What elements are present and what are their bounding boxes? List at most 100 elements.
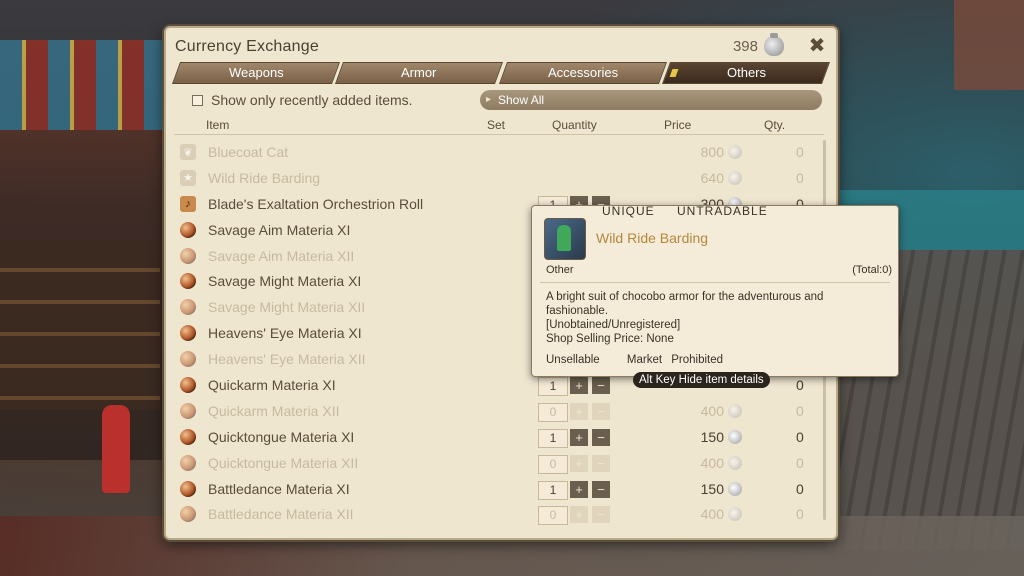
item-price: 400	[700, 506, 724, 523]
tooltip-flags: Unsellable Market Prohibited	[546, 354, 723, 366]
item-name: Battledance Materia XI	[208, 480, 350, 497]
quantity-input[interactable]: 1	[538, 480, 568, 500]
owned-quantity: 0	[796, 402, 804, 419]
item-row[interactable]: ❦ Bluecoat Cat 800 0	[174, 140, 824, 166]
quantity-input[interactable]: 1	[538, 377, 568, 397]
item-price: 150	[700, 428, 724, 445]
tooltip-divider	[540, 282, 890, 283]
barding-item-icon	[544, 218, 586, 260]
background-tower	[954, 0, 1024, 90]
materia-icon	[180, 402, 196, 419]
quantity-input[interactable]: 0	[538, 506, 568, 526]
currency-display: 398	[732, 33, 784, 56]
column-set: Set	[487, 118, 506, 132]
item-name: Bluecoat Cat	[208, 144, 289, 160]
tooltip-tags: UNIQUE UNTRADABLE	[602, 204, 768, 218]
description-sell-price: Shop Selling Price: None	[546, 333, 674, 345]
item-name: Heavens' Eye Materia XI	[208, 325, 362, 342]
item-price: 150	[700, 480, 724, 497]
item-row[interactable]: Battledance Materia XI 1 + − 150 0	[174, 477, 824, 503]
currency-bag-icon	[728, 403, 742, 418]
materia-icon	[180, 480, 196, 497]
tab-accessories[interactable]: Accessories	[498, 62, 667, 84]
item-price: 640	[700, 169, 724, 186]
minion-icon: ❦	[180, 144, 196, 160]
background-bookshelf	[0, 240, 160, 410]
increase-quantity-button[interactable]: +	[570, 480, 588, 498]
window-title: Currency Exchange	[175, 38, 319, 55]
column-owned-qty: Qty.	[764, 118, 786, 132]
increase-quantity-button[interactable]: +	[570, 428, 588, 446]
tab-armor[interactable]: Armor	[335, 62, 504, 84]
item-row[interactable]: ★ Wild Ride Barding 640 0	[174, 166, 824, 192]
tab-others[interactable]: Others	[661, 62, 831, 84]
column-quantity: Quantity	[552, 118, 597, 132]
item-tooltip: UNIQUE UNTRADABLE Wild Ride Barding Othe…	[531, 204, 899, 377]
materia-icon	[180, 351, 196, 368]
materia-icon	[180, 377, 196, 394]
materia-icon	[180, 221, 196, 238]
decrease-quantity-button[interactable]: −	[592, 377, 610, 395]
currency-bag-icon	[728, 429, 742, 444]
item-name: Savage Might Materia XII	[208, 299, 366, 316]
quantity-input[interactable]: 1	[538, 428, 568, 448]
owned-quantity: 0	[796, 454, 804, 471]
owned-quantity: 0	[796, 506, 804, 523]
flag-market-prohibited: Market Prohibited	[626, 354, 724, 366]
materia-icon	[180, 247, 196, 264]
recent-items-checkbox[interactable]	[192, 94, 203, 106]
category-tabs: Weapons Armor Accessories Others	[171, 62, 831, 84]
tab-weapons[interactable]: Weapons	[171, 62, 341, 84]
tooltip-total: (Total:0)	[852, 264, 892, 276]
item-row[interactable]: Quicktongue Materia XII 0 + −400 0	[174, 451, 824, 477]
decrease-quantity-button[interactable]: −	[592, 480, 610, 498]
item-name: Quicktongue Materia XII	[208, 454, 359, 471]
tooltip-description: A bright suit of chocobo armor for the a…	[546, 290, 886, 346]
item-name: Blade's Exaltation Orchestrion Roll	[208, 195, 424, 212]
show-filter-dropdown[interactable]: Show All	[480, 90, 822, 110]
alt-key-hint: Alt Key Hide item details	[633, 372, 770, 388]
item-row[interactable]: Quickarm Materia XII 0 + −400 0	[174, 399, 824, 425]
item-name: Savage Might Materia XI	[208, 273, 362, 290]
music-icon: ♪	[180, 195, 196, 212]
quantity-input[interactable]: 0	[538, 454, 568, 474]
tag-unique: UNIQUE	[602, 204, 655, 218]
description-status: [Unobtained/Unregistered]	[546, 319, 681, 331]
recent-items-label: Show only recently added items.	[211, 92, 413, 108]
item-name: Quickarm Materia XII	[208, 402, 340, 419]
background-awning	[0, 40, 165, 130]
currency-bag-icon	[728, 481, 742, 496]
item-price: 400	[700, 454, 724, 471]
materia-icon	[180, 428, 196, 445]
item-row[interactable]: Battledance Materia XII 0 + −400 0	[174, 502, 824, 528]
quantity-input[interactable]: 0	[538, 402, 568, 422]
materia-icon	[180, 273, 196, 290]
currency-bag-icon	[728, 145, 742, 159]
materia-icon	[180, 454, 196, 471]
item-name: Wild Ride Barding	[208, 169, 321, 186]
tag-untradable: UNTRADABLE	[677, 204, 768, 218]
increase-quantity-button[interactable]: +	[570, 377, 588, 395]
tooltip-item-name: Wild Ride Barding	[596, 230, 709, 246]
item-row[interactable]: Quicktongue Materia XI 1 + − 150 0	[174, 425, 824, 451]
decrease-quantity-button[interactable]: −	[592, 506, 610, 524]
decrease-quantity-button[interactable]: −	[592, 402, 610, 420]
decrease-quantity-button[interactable]: −	[592, 454, 610, 472]
increase-quantity-button[interactable]: +	[570, 402, 588, 420]
hint-key: Alt Key	[639, 374, 676, 386]
increase-quantity-button[interactable]: +	[570, 454, 588, 472]
column-item: Item	[206, 118, 230, 132]
recent-items-filter[interactable]: Show only recently added items.	[192, 92, 413, 108]
increase-quantity-button[interactable]: +	[570, 506, 588, 524]
settings-icon[interactable]: ✖	[806, 34, 828, 56]
flag-unsellable: Unsellable	[546, 354, 600, 366]
materia-icon	[180, 299, 196, 316]
currency-amount: 398	[732, 37, 758, 55]
decrease-quantity-button[interactable]: −	[592, 428, 610, 446]
currency-bag-icon	[728, 170, 742, 185]
materia-icon	[180, 325, 196, 342]
item-price: 400	[700, 402, 724, 419]
item-name: Savage Aim Materia XI	[208, 221, 351, 238]
hint-action: Hide item details	[678, 374, 764, 386]
gil-bag-icon	[764, 33, 784, 56]
